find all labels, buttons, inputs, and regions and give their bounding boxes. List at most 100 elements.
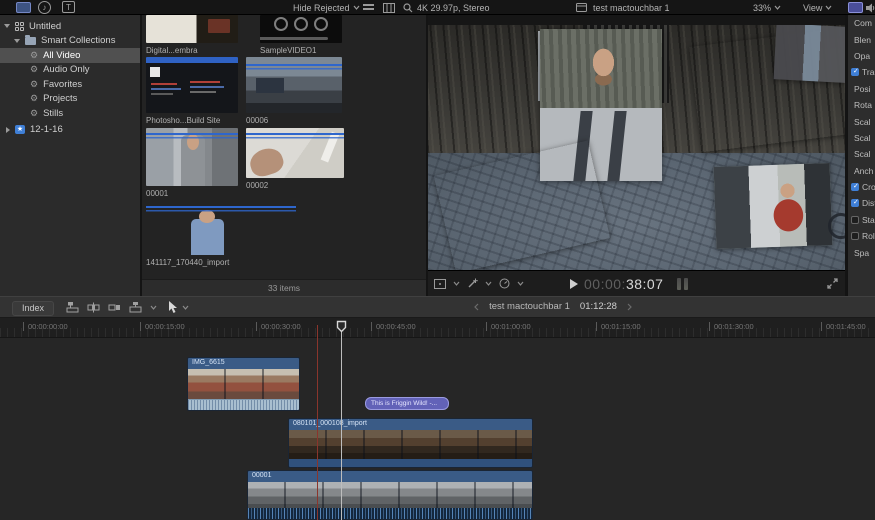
playhead-handle[interactable] (336, 320, 347, 333)
sidebar-item-smart-collections[interactable]: Smart Collections (0, 34, 140, 49)
filter-pop-up[interactable]: Hide Rejected (293, 0, 360, 15)
connect-clip-icon[interactable] (66, 302, 79, 313)
chevron-down-icon[interactable] (453, 281, 460, 286)
chevron-down-icon[interactable] (182, 305, 189, 310)
append-clip-icon[interactable] (108, 302, 121, 313)
disclosure-triangle-icon[interactable] (6, 127, 10, 133)
checkbox-unchecked-icon[interactable] (851, 232, 859, 240)
display-toggle-icon[interactable] (848, 2, 863, 13)
browser-clip[interactable]: 00002 (246, 128, 344, 190)
titles-generators-icon[interactable]: T (62, 1, 75, 13)
timeline-clip-img6615[interactable]: IMG_6615 (187, 357, 300, 411)
timeline-title-clip[interactable]: This is Friggin Wild! -... (365, 397, 449, 410)
inspector-row[interactable]: Opa (848, 48, 875, 64)
clip-filter-icon[interactable] (363, 0, 374, 15)
inspector-row[interactable]: Scal (848, 146, 875, 162)
disclosure-triangle-icon[interactable] (14, 39, 20, 43)
enhancements-wand-icon[interactable] (467, 278, 478, 289)
clip-thumbnail[interactable] (146, 57, 238, 113)
index-button[interactable]: Index (12, 301, 54, 316)
inspector-row[interactable]: Posi (848, 81, 875, 97)
browser-clip[interactable]: 141117_170440_import (146, 200, 296, 267)
inspector-row[interactable]: Dist (848, 195, 875, 211)
inspector-row[interactable]: Anch (848, 163, 875, 179)
ruler-tick-label: 00:01:45:00 (821, 322, 866, 331)
sidebar-item-audio-only[interactable]: ⚙ Audio Only (0, 63, 140, 78)
fullscreen-icon[interactable] (827, 278, 838, 289)
media-browser-icon[interactable] (16, 2, 31, 13)
search-button[interactable] (403, 0, 413, 15)
sidebar-item-event[interactable]: ★ 12-1-16 (0, 123, 140, 138)
clip-thumbnail[interactable] (246, 128, 344, 178)
clip-thumbnail[interactable] (146, 200, 296, 255)
viewer-zoom-pop-up[interactable]: 33% (753, 0, 781, 15)
play-button[interactable] (570, 279, 578, 289)
browser-clip[interactable]: SampleVIDEO1 (260, 15, 342, 55)
clip-thumbnail[interactable] (246, 57, 342, 113)
disclosure-triangle-icon[interactable] (4, 24, 10, 28)
clip-thumbnail[interactable] (146, 128, 238, 186)
smart-collection-gear-icon: ⚙ (30, 79, 38, 90)
inspector-row[interactable]: Roll (848, 228, 875, 244)
sidebar-item-favorites[interactable]: ⚙ Favorites (0, 77, 140, 92)
sidebar-item-stills[interactable]: ⚙ Stills (0, 106, 140, 121)
checkbox-checked-icon[interactable] (851, 183, 859, 191)
video-bicycle (826, 175, 845, 260)
transform-overlay-icon[interactable] (434, 279, 446, 289)
inspector-label: Stab (862, 215, 875, 225)
playhead-line[interactable] (341, 331, 342, 520)
timeline-ruler[interactable]: 00:00:00:00 00:00:15:00 00:00:30:00 00:0… (0, 318, 875, 338)
browser-clip[interactable]: Photosho...Build Site (146, 57, 238, 125)
browser-clip[interactable]: 00006 (246, 57, 342, 125)
browser-clip[interactable]: Digital...embra (146, 15, 238, 55)
history-forward-icon[interactable] (627, 303, 632, 311)
clip-audio-waveform (248, 508, 532, 520)
viewer-view-pop-up[interactable]: View (803, 0, 832, 15)
inspector-row[interactable]: Crop (848, 179, 875, 195)
viewer-project-title: test mactouchbar 1 (593, 0, 670, 15)
clip-label: 141117_170440_import (146, 258, 296, 267)
inspector-row[interactable]: Com (848, 15, 875, 31)
insert-clip-icon[interactable] (87, 302, 100, 313)
timeline-clip-080101[interactable]: 080101_000108_import (288, 418, 533, 468)
video-inset-office-corner (774, 25, 845, 83)
inspector-row[interactable]: Tran (848, 64, 875, 80)
sidebar-item-label: Smart Collections (41, 35, 115, 46)
filter-pop-up-label: Hide Rejected (293, 3, 350, 13)
inspector-label: Rota (854, 100, 872, 110)
audio-meter-toggle[interactable] (866, 0, 875, 15)
arrow-tool-icon[interactable] (168, 301, 178, 314)
checkbox-unchecked-icon[interactable] (851, 216, 859, 224)
inspector-label: Anch (854, 166, 873, 176)
viewer-project-title-label: test mactouchbar 1 (593, 3, 670, 13)
inspector-label: Scal (854, 133, 871, 143)
chevron-down-icon[interactable] (485, 281, 492, 286)
audio-meters[interactable] (677, 278, 688, 290)
chevron-down-icon[interactable] (150, 305, 157, 310)
viewer-zoom-label: 33% (753, 3, 771, 13)
overwrite-clip-icon[interactable] (129, 302, 142, 313)
timeline-tracks[interactable]: IMG_6615 This is Friggin Wild! -... 0801… (0, 338, 875, 520)
browser-clip[interactable]: 00001 (146, 128, 238, 198)
sidebar-item-label: Untitled (29, 21, 61, 32)
checkbox-checked-icon[interactable] (851, 199, 859, 207)
timeline-clip-00001[interactable]: 00001 (247, 470, 533, 520)
inspector-row[interactable]: Blen (848, 31, 875, 47)
photos-audio-icon[interactable]: ♪ (38, 1, 51, 14)
inspector-row[interactable]: Scal (848, 113, 875, 129)
inspector-row[interactable]: Rota (848, 97, 875, 113)
sidebar-item-library[interactable]: Untitled (0, 19, 140, 34)
sidebar-item-all-video[interactable]: ⚙ All Video (0, 48, 140, 63)
retime-icon[interactable] (499, 278, 510, 289)
history-back-icon[interactable] (474, 303, 479, 311)
inspector-row[interactable]: Scal (848, 130, 875, 146)
viewer-video-canvas[interactable] (428, 25, 845, 270)
clip-thumbnail[interactable] (260, 15, 342, 43)
clip-thumbnail[interactable] (146, 15, 238, 43)
chevron-down-icon[interactable] (517, 281, 524, 286)
inspector-row[interactable]: Spa (848, 244, 875, 260)
sidebar-item-projects[interactable]: ⚙ Projects (0, 92, 140, 107)
checkbox-checked-icon[interactable] (851, 68, 859, 76)
inspector-row[interactable]: Stab (848, 212, 875, 228)
clip-appearance-icon[interactable] (383, 0, 395, 15)
